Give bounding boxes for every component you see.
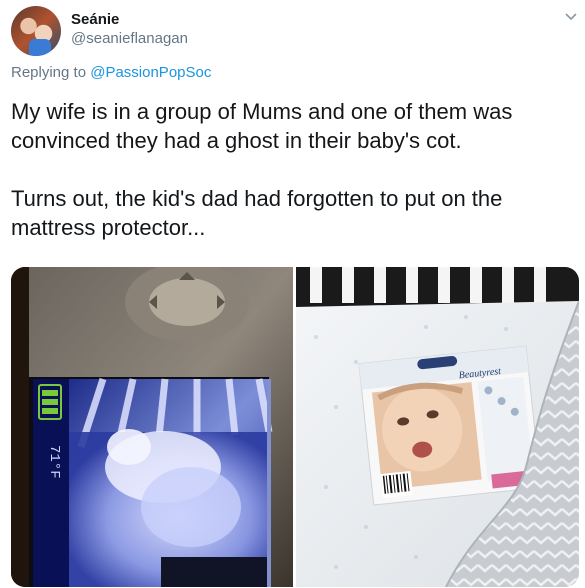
display-name[interactable]: Seánie (71, 11, 119, 28)
baby-monitor-illustration: 71°F (11, 267, 293, 587)
photo-mattress[interactable]: Beautyrest (296, 267, 579, 587)
tweet-paragraph-2: Turns out, the kid's dad had forgotten t… (11, 186, 503, 240)
photo-baby-monitor[interactable]: 71°F (11, 267, 293, 587)
tweet-text: My wife is in a group of Mums and one of… (11, 97, 576, 242)
reply-mention-link[interactable]: @PassionPopSoc (90, 64, 211, 81)
chevron-down-icon[interactable] (564, 10, 578, 24)
user-handle[interactable]: @seanieflanagan (71, 30, 188, 47)
tweet-paragraph-1: My wife is in a group of Mums and one of… (11, 99, 513, 153)
avatar[interactable] (11, 6, 61, 56)
avatar-shirt (29, 39, 51, 56)
media-grid: 71°F Beautyrest (11, 267, 579, 587)
monitor-temperature: 71°F (46, 445, 62, 479)
mattress-illustration: Beautyrest (296, 267, 579, 587)
replying-to-label: Replying to (11, 64, 87, 81)
tweet: Seánie @seanieflanagan Replying to @Pass… (0, 0, 585, 588)
replying-to: Replying to @PassionPopSoc (11, 64, 211, 81)
